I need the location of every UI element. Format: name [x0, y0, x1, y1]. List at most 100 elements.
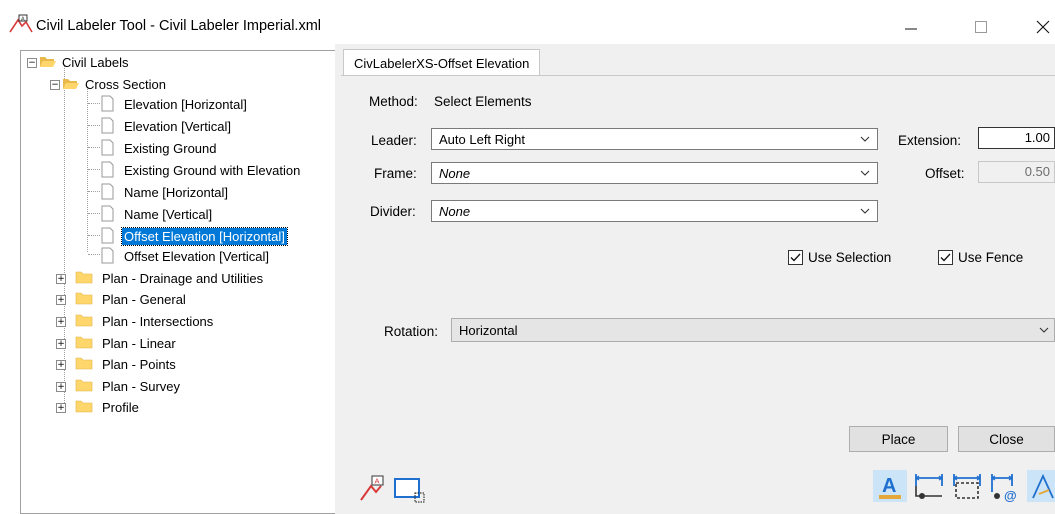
tree-node-item[interactable]: Existing Ground [122, 140, 219, 157]
use-fence-checkbox[interactable]: Use Fence [938, 250, 1023, 265]
tree-node-item[interactable]: Elevation [Vertical] [122, 118, 233, 135]
tree-node-group[interactable]: Plan - Intersections [100, 313, 215, 330]
minimize-icon [905, 28, 917, 30]
tree-connector [88, 147, 100, 148]
tree-expander[interactable]: + [56, 317, 66, 327]
document-icon [101, 227, 114, 244]
tree-node-item-selected[interactable]: Offset Elevation [Horizontal] [121, 227, 288, 246]
maximize-button[interactable] [958, 10, 1004, 44]
app-icon: A [9, 14, 33, 33]
svg-text:A: A [375, 477, 380, 486]
dimension-leader-icon[interactable] [913, 470, 945, 502]
close-window-button[interactable] [1020, 10, 1055, 44]
chevron-down-icon [860, 170, 870, 176]
extension-label: Extension: [898, 133, 962, 148]
chevron-down-icon [860, 136, 870, 142]
checkmark-icon [940, 253, 951, 262]
tree-expander[interactable]: + [56, 295, 66, 305]
tree-node-group[interactable]: Plan - Linear [100, 335, 178, 352]
tree-expander[interactable]: + [56, 403, 66, 413]
folder-icon [75, 314, 93, 327]
folder-open-icon [63, 79, 79, 89]
minimize-button[interactable] [888, 10, 934, 44]
rotation-label: Rotation: [384, 324, 439, 339]
checkbox-box [788, 250, 803, 265]
rotation-dropdown[interactable]: Horizontal [451, 318, 1055, 342]
document-icon [101, 205, 114, 222]
document-icon [101, 183, 114, 200]
tree-expander[interactable]: + [56, 360, 66, 370]
document-icon [101, 139, 114, 156]
method-label: Method: [369, 94, 418, 109]
tree-connector [88, 125, 100, 126]
label-tree[interactable]: − Civil Labels − Cross Section Elevation… [20, 50, 336, 514]
tree-node-item[interactable]: Elevation [Horizontal] [122, 96, 249, 113]
tree-node-cross-section[interactable]: Cross Section [83, 76, 168, 93]
select-frame-icon[interactable] [393, 477, 427, 505]
frame-value: None [439, 165, 471, 181]
tree-connector [88, 254, 100, 255]
tree-node-group[interactable]: Profile [100, 399, 141, 416]
rotate-label-icon[interactable] [1029, 472, 1055, 502]
tab-offset-elevation[interactable]: CivLabelerXS-Offset Elevation [343, 49, 541, 76]
folder-icon [75, 271, 93, 284]
divider-label: Divider: [370, 204, 416, 219]
tree-expander[interactable]: + [56, 274, 66, 284]
extension-input[interactable]: 1.00 [978, 127, 1055, 149]
folder-icon [75, 379, 93, 392]
divider-dropdown[interactable]: None [431, 200, 878, 222]
svg-text:@: @ [1004, 488, 1017, 502]
method-value: Select Elements [434, 94, 532, 109]
tree-expander[interactable]: + [56, 382, 66, 392]
tree-connector [88, 169, 100, 170]
frame-label: Frame: [374, 166, 417, 181]
frame-dropdown[interactable]: None [431, 162, 878, 184]
chevron-down-icon [1039, 327, 1049, 333]
tree-node-item[interactable]: Offset Elevation [Vertical] [122, 248, 271, 265]
tree-expander[interactable]: + [56, 339, 66, 349]
leader-label: Leader: [371, 133, 417, 148]
tree-expander[interactable]: − [50, 80, 60, 90]
tree-connector [64, 66, 65, 409]
document-icon [101, 161, 114, 178]
tree-node-item[interactable]: Existing Ground with Elevation [122, 162, 302, 179]
chevron-down-icon [860, 208, 870, 214]
folder-icon [75, 357, 93, 370]
close-icon [1036, 20, 1050, 34]
tree-node-group[interactable]: Plan - Survey [100, 378, 182, 395]
settings-panel: CivLabelerXS-Offset Elevation Method: Se… [341, 44, 1055, 514]
use-selection-label: Use Selection [808, 250, 892, 265]
close-button[interactable]: Close [958, 426, 1055, 452]
folder-icon [75, 400, 93, 413]
tree-node-civil-labels[interactable]: Civil Labels [60, 54, 130, 71]
tree-node-group[interactable]: Plan - Drainage and Utilities [100, 270, 265, 287]
dimension-frame-icon[interactable] [951, 470, 983, 502]
place-button[interactable]: Place [849, 426, 948, 452]
use-selection-checkbox[interactable]: Use Selection [788, 250, 891, 265]
maximize-icon [975, 21, 987, 33]
label-tool-icon[interactable]: A [359, 474, 389, 502]
svg-text:A: A [882, 475, 896, 497]
leader-value: Auto Left Right [439, 131, 525, 147]
use-fence-label: Use Fence [958, 250, 1024, 265]
dimension-attach-icon[interactable]: @ [989, 470, 1021, 502]
document-icon [101, 117, 114, 134]
window-title: Civil Labeler Tool - Civil Labeler Imper… [36, 18, 322, 34]
rotation-value: Horizontal [459, 322, 518, 338]
folder-open-icon [40, 57, 56, 67]
document-icon [101, 95, 114, 112]
checkbox-box [938, 250, 953, 265]
tree-expander[interactable]: − [27, 58, 37, 68]
title-bar[interactable]: A Civil Labeler Tool - Civil Labeler Imp… [0, 0, 1055, 44]
text-style-icon[interactable]: A [875, 472, 905, 502]
offset-label: Offset: [925, 166, 965, 181]
tree-node-group[interactable]: Plan - Points [100, 356, 178, 373]
tree-node-item[interactable]: Name [Horizontal] [122, 184, 230, 201]
document-icon [101, 247, 114, 264]
tree-node-item[interactable]: Name [Vertical] [122, 206, 214, 223]
tree-node-group[interactable]: Plan - General [100, 291, 188, 308]
checkmark-icon [790, 253, 801, 262]
tree-connector [88, 213, 100, 214]
leader-dropdown[interactable]: Auto Left Right [431, 128, 878, 150]
svg-text:A: A [21, 16, 25, 22]
